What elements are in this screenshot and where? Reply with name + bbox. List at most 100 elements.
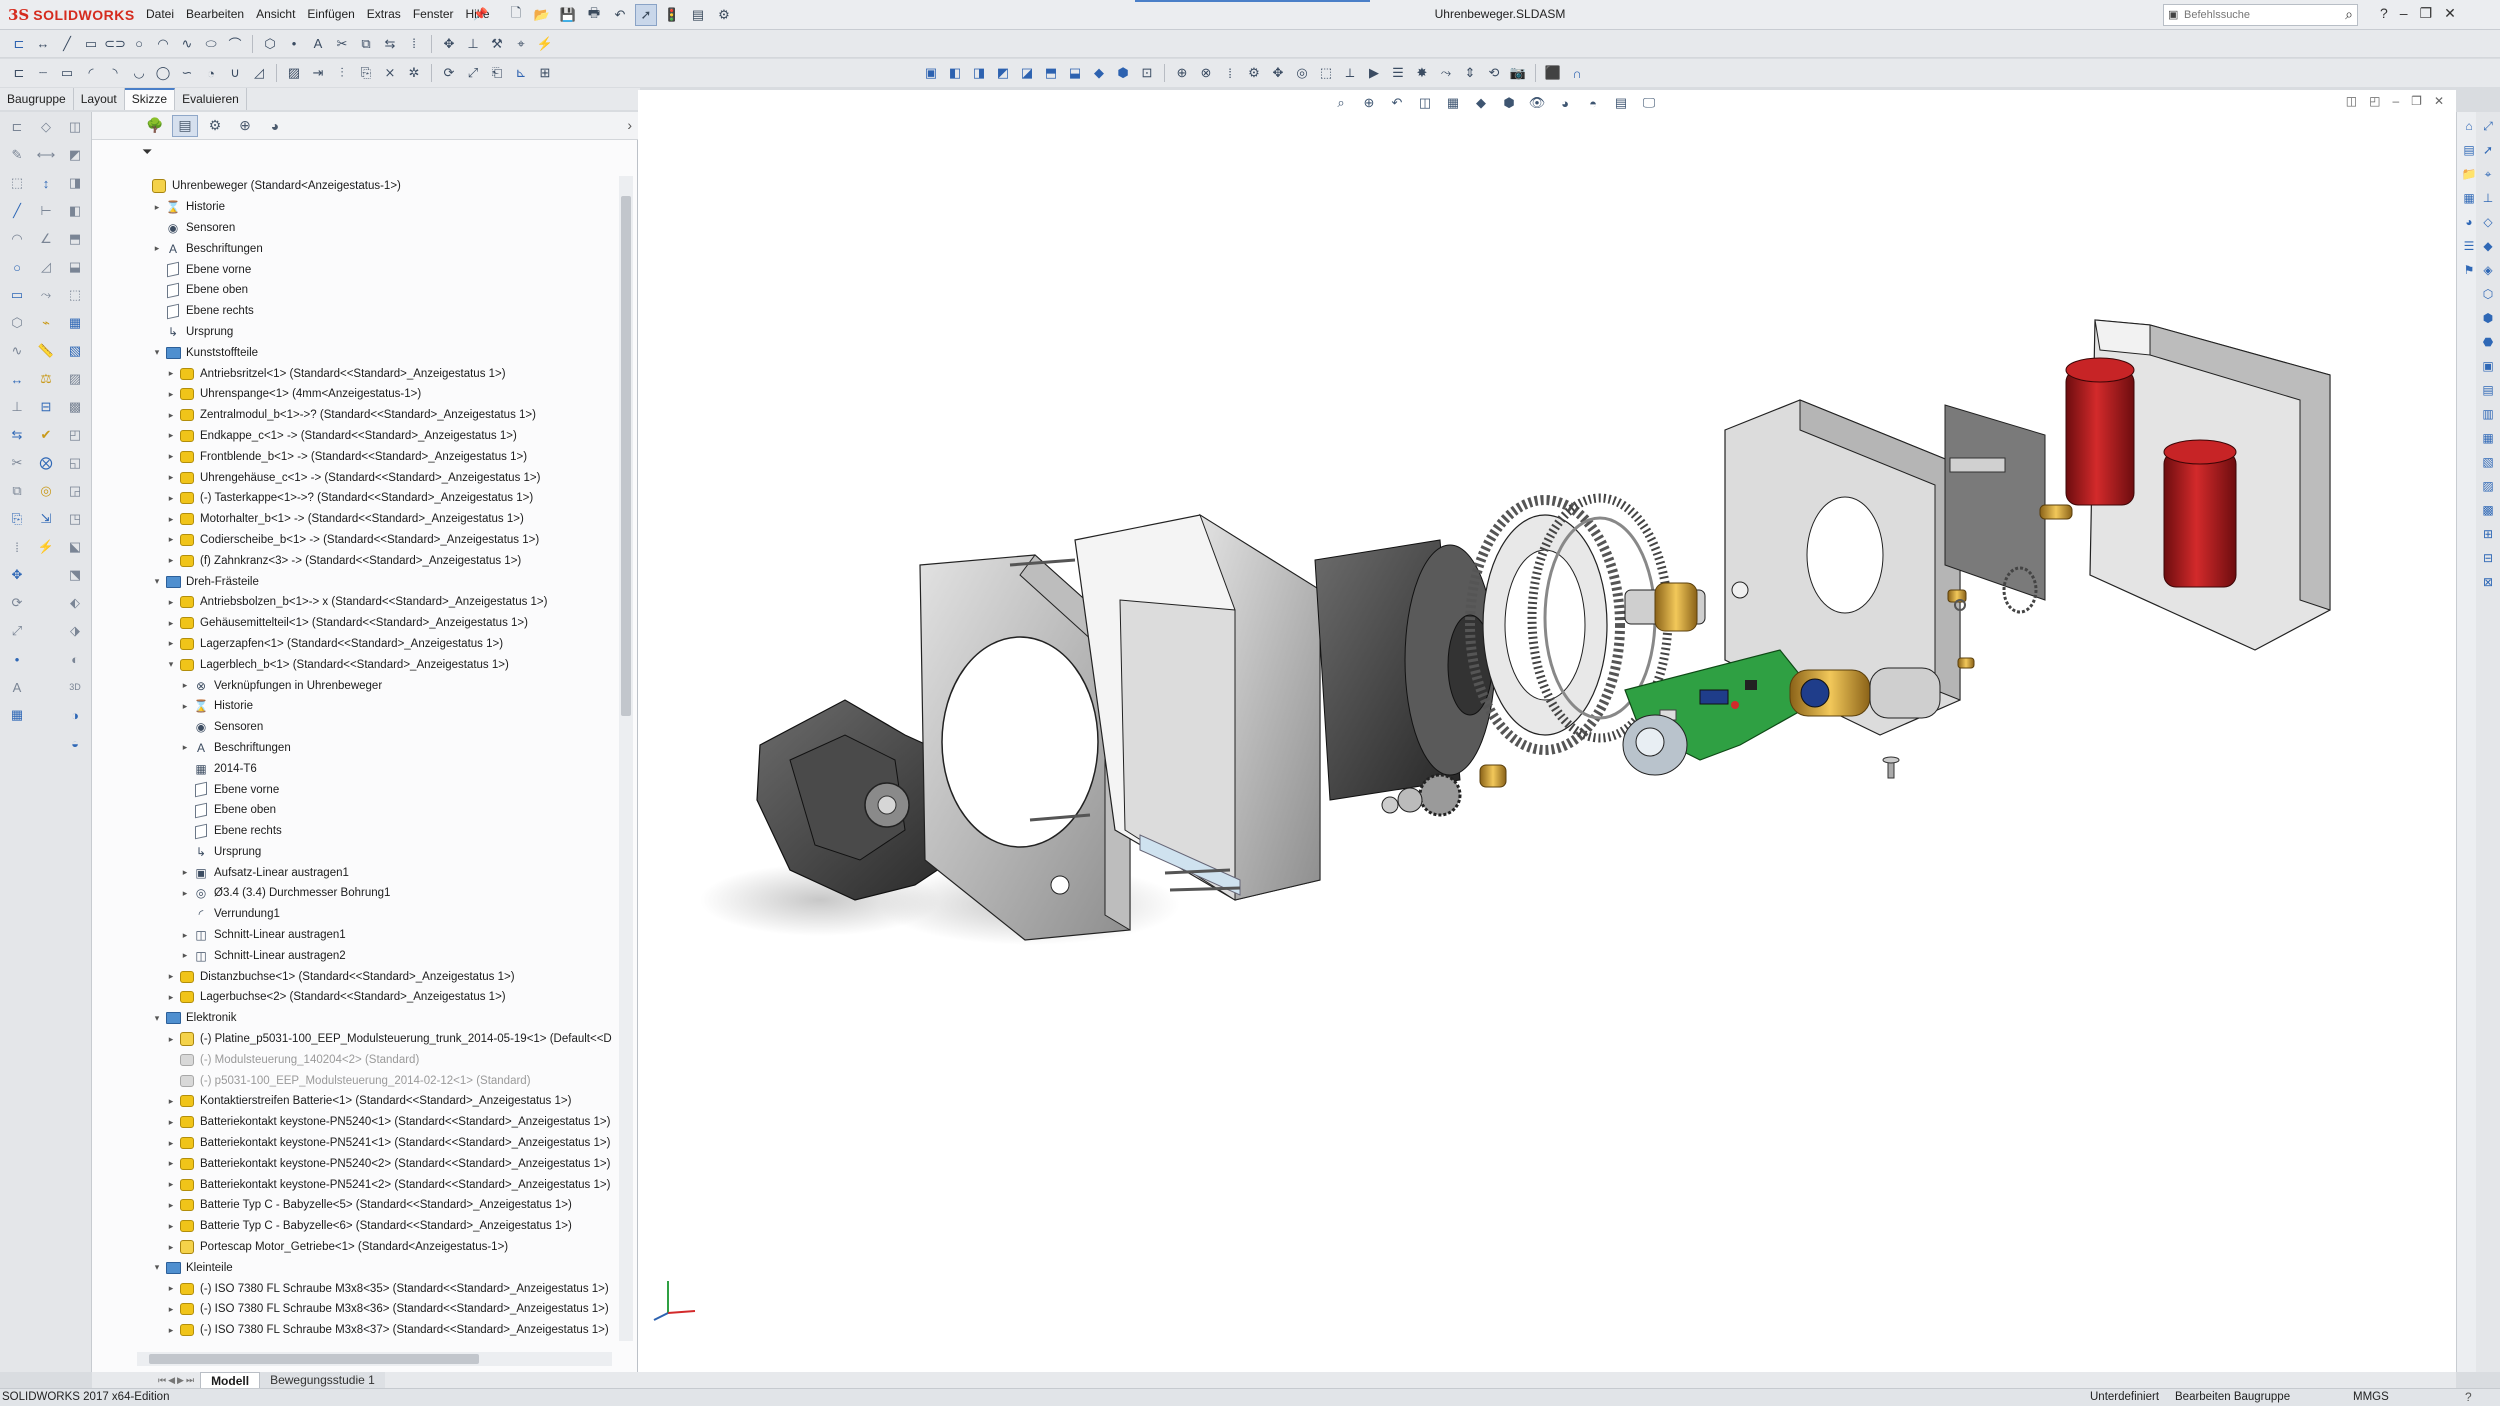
- move-tool-icon[interactable]: ✥: [6, 564, 28, 586]
- measure-icon[interactable]: 📏: [35, 340, 57, 362]
- corner-rectangle-icon[interactable]: ▭: [56, 62, 78, 84]
- close-icon[interactable]: ✕: [2444, 5, 2456, 22]
- centerpoint-arc-icon[interactable]: ◜: [80, 62, 102, 84]
- options-icon[interactable]: ⚙: [713, 4, 735, 26]
- chevron-right-icon[interactable]: ▸: [165, 1117, 177, 1128]
- chevron-right-icon[interactable]: ▸: [179, 930, 191, 941]
- chevron-right-icon[interactable]: ▸: [165, 1096, 177, 1107]
- right-tool-11-icon[interactable]: ▣: [2478, 356, 2498, 376]
- chevron-right-icon[interactable]: ▸: [165, 451, 177, 462]
- tree-node[interactable]: Uhrenbeweger (Standard<Anzeigestatus-1>): [137, 176, 612, 197]
- tree-node[interactable]: ▸ Zentralmodul_b<1>->? (Standard<<Standar…: [137, 405, 612, 426]
- right-tool-17-icon[interactable]: ▩: [2478, 500, 2498, 520]
- trimetric-view-icon[interactable]: ⬢: [1112, 62, 1134, 84]
- arc-icon[interactable]: ◠: [152, 33, 174, 55]
- take-snapshot-icon[interactable]: 📷: [1507, 62, 1529, 84]
- chevron-right-icon[interactable]: ▸: [179, 701, 191, 712]
- polygon-icon[interactable]: ⬡: [259, 33, 281, 55]
- reference-geometry-icon[interactable]: ⟂: [1339, 62, 1361, 84]
- tree-node[interactable]: ↳ Ursprung: [137, 842, 612, 863]
- right-tool-1-icon[interactable]: ⤢: [2478, 116, 2498, 136]
- rapid-sketch-icon[interactable]: ⚡: [534, 33, 556, 55]
- relations-tool-icon[interactable]: ⊥: [6, 396, 28, 418]
- hole-align-icon[interactable]: ◎: [35, 480, 57, 502]
- chevron-right-icon[interactable]: ▸: [165, 1325, 177, 1336]
- edit-sketch-icon[interactable]: ✎: [6, 144, 28, 166]
- magnetic-line-icon[interactable]: ∩: [1566, 62, 1588, 84]
- feature-11-icon[interactable]: ▩: [64, 396, 86, 418]
- battery-2-part[interactable]: [2163, 439, 2237, 588]
- linear-component-pattern-icon[interactable]: ⁞: [1219, 62, 1241, 84]
- polygon-tool-icon[interactable]: ⬡: [6, 312, 28, 334]
- horizontal-dim-icon[interactable]: ⟷: [35, 144, 57, 166]
- spline-tool-icon[interactable]: ∿: [6, 340, 28, 362]
- feature-19-icon[interactable]: ⬗: [64, 620, 86, 642]
- angular-dim-icon[interactable]: ∠: [35, 228, 57, 250]
- exploded-assembly-model[interactable]: [638, 90, 2456, 1372]
- ordinate-dim-icon[interactable]: ⊢: [35, 200, 57, 222]
- check-icon[interactable]: ✔: [35, 424, 57, 446]
- feature-22-icon[interactable]: ◑: [64, 704, 86, 726]
- tab-baugruppe[interactable]: Baugruppe: [0, 88, 74, 110]
- right-tool-10-icon[interactable]: ⬣: [2478, 332, 2498, 352]
- tree-node[interactable]: ▸ Gehäusemittelteil<1> (Standard<<Standar…: [137, 613, 612, 634]
- tree-node[interactable]: ◜ Verrundung1: [137, 904, 612, 925]
- 3d-label-icon[interactable]: 3D: [64, 676, 86, 698]
- open-document-icon[interactable]: 📂: [531, 4, 553, 26]
- right-tool-2-icon[interactable]: ➚: [2478, 140, 2498, 160]
- feature-16-icon[interactable]: ⬕: [64, 536, 86, 558]
- tab-bewegungsstudie[interactable]: Bewegungsstudie 1: [260, 1372, 385, 1388]
- chevron-down-icon[interactable]: ▾: [151, 1013, 163, 1024]
- tree-node[interactable]: ▸ ▣ Aufsatz-Linear austragen1: [137, 862, 612, 883]
- chevron-down-icon[interactable]: ▾: [151, 1262, 163, 1273]
- tree-node[interactable]: ▸ ◎ Ø3.4 (3.4) Durchmesser Bohrung1: [137, 883, 612, 904]
- pin-menu-icon[interactable]: 📌: [473, 7, 488, 21]
- update-speedpak-icon[interactable]: ⟲: [1483, 62, 1505, 84]
- chevron-right-icon[interactable]: ▸: [165, 971, 177, 982]
- line-icon[interactable]: ╱: [56, 33, 78, 55]
- chevron-right-icon[interactable]: ▸: [165, 410, 177, 421]
- tree-node[interactable]: Ebene oben: [137, 280, 612, 301]
- tree-node[interactable]: ▸ (-) ISO 7380 FL Schraube M3x8<36> (Stan…: [137, 1299, 612, 1320]
- tree-node[interactable]: ↳ Ursprung: [137, 322, 612, 343]
- chevron-down-icon[interactable]: ▾: [151, 347, 163, 358]
- bill-of-materials-icon[interactable]: ☰: [1387, 62, 1409, 84]
- split-entities-icon[interactable]: ⫶: [331, 62, 353, 84]
- left-view-icon[interactable]: ◩: [992, 62, 1014, 84]
- offset-tool-icon[interactable]: ⧉: [6, 480, 28, 502]
- menu-bearbeiten[interactable]: Bearbeiten: [180, 6, 250, 22]
- tree-node[interactable]: ▸ ◫ Schnitt-Linear austragen1: [137, 925, 612, 946]
- tree-node[interactable]: ▸ (-) ISO 7380 FL Schraube M3x8<37> (Stan…: [137, 1320, 612, 1341]
- construction-geometry-icon[interactable]: ⊏: [8, 62, 30, 84]
- help-icon[interactable]: ?: [2380, 5, 2388, 22]
- three-point-arc-icon[interactable]: ◡: [128, 62, 150, 84]
- feature-15-icon[interactable]: ◳: [64, 508, 86, 530]
- tree-node[interactable]: ▸ Codierscheibe_b<1> -> (Standard<<Standa…: [137, 530, 612, 551]
- tree-node[interactable]: Ebene vorne: [137, 259, 612, 280]
- tree-node[interactable]: Ebene oben: [137, 800, 612, 821]
- move-entities-icon[interactable]: ✥: [438, 33, 460, 55]
- tree-node[interactable]: ▸ Antriebsbolzen_b<1>-> x (Standard<<Stan…: [137, 592, 612, 613]
- feature-4-icon[interactable]: ◧: [64, 200, 86, 222]
- circle-icon[interactable]: ○: [128, 33, 150, 55]
- explode-line-sketch-icon[interactable]: ⤳: [1435, 62, 1457, 84]
- tree-horizontal-scroll-thumb[interactable]: [149, 1354, 479, 1364]
- undo-icon[interactable]: ↶: [609, 4, 631, 26]
- partial-ellipse-icon[interactable]: ◔: [200, 62, 222, 84]
- new-motion-study-icon[interactable]: ▶: [1363, 62, 1385, 84]
- chevron-right-icon[interactable]: ▸: [165, 1242, 177, 1253]
- menu-einfuegen[interactable]: Einfügen: [301, 6, 360, 22]
- intersection-curve-icon[interactable]: ⨯: [379, 62, 401, 84]
- performance-icon[interactable]: ⚡: [35, 536, 57, 558]
- tree-node[interactable]: ▸ (-) Tasterkappe<1>->? (Standard<<Standa…: [137, 488, 612, 509]
- print-icon[interactable]: 🖶: [583, 4, 605, 26]
- bottom-view-icon[interactable]: ⬓: [1064, 62, 1086, 84]
- chevron-right-icon[interactable]: ▸: [165, 389, 177, 400]
- tree-node[interactable]: Ebene rechts: [137, 301, 612, 322]
- tree-node[interactable]: ▸ ◫ Schnitt-Linear austragen2: [137, 945, 612, 966]
- chevron-down-icon[interactable]: ▾: [151, 576, 163, 587]
- pattern-tool-icon[interactable]: ⁞: [6, 536, 28, 558]
- top-view-icon[interactable]: ⬒: [1040, 62, 1062, 84]
- assembly-features-icon[interactable]: ⬚: [1315, 62, 1337, 84]
- linear-pattern-icon[interactable]: ⁞: [403, 33, 425, 55]
